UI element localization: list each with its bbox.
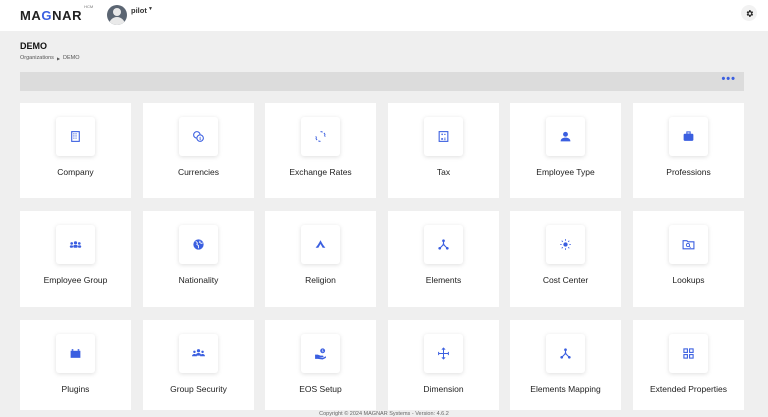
center-focus-icon — [560, 239, 571, 250]
card-professions[interactable]: Professions — [633, 103, 744, 198]
briefcase-icon — [683, 131, 694, 141]
action-bar: ••• — [20, 72, 744, 91]
card-lookups[interactable]: Lookups — [633, 211, 744, 307]
card-eos-setup[interactable]: $ EOS Setup — [265, 320, 376, 413]
building-grid-icon — [71, 131, 80, 142]
hub-nodes-icon — [438, 239, 449, 250]
card-employee-type[interactable]: Employee Type — [510, 103, 621, 198]
card-label: Exchange Rates — [289, 167, 352, 177]
card-label: Cost Center — [542, 275, 589, 285]
card-elements-mapping[interactable]: Elements Mapping — [510, 320, 621, 413]
breadcrumb: Organizations ▶ DEMO — [20, 55, 80, 61]
hand-coin-icon: $ — [315, 348, 326, 360]
card-label: Elements Mapping — [530, 384, 601, 394]
card-label: Lookups — [672, 275, 705, 285]
card-exchange-rates[interactable]: Exchange Rates — [265, 103, 376, 198]
mapping-nodes-icon — [560, 348, 571, 359]
card-label: Elements — [425, 275, 462, 285]
grid-squares-icon — [683, 348, 694, 359]
card-label: Currencies — [177, 167, 220, 177]
card-label: Tax — [436, 167, 451, 177]
card-currencies[interactable]: $ Currencies — [143, 103, 254, 198]
group-security-icon — [192, 349, 205, 357]
card-label: EOS Setup — [299, 384, 342, 394]
card-label: Extended Properties — [649, 384, 728, 394]
card-company[interactable]: Company — [20, 103, 131, 198]
card-dimension[interactable]: Dimension — [388, 320, 499, 413]
card-label: Nationality — [178, 275, 219, 285]
top-bar: MAGNARHCM pilot ▼ — [0, 0, 768, 31]
card-label: Plugins — [61, 384, 90, 394]
battery-plug-icon — [70, 349, 81, 358]
footer-copyright: Copyright © 2024 MAGNAR Systems - Versio… — [319, 411, 449, 417]
person-icon — [560, 131, 571, 142]
exchange-circle-icon — [315, 131, 326, 142]
coins-icon: $ — [193, 131, 204, 142]
tax-calculator-icon — [438, 131, 449, 142]
svg-text:$: $ — [322, 349, 324, 353]
card-tax[interactable]: Tax — [388, 103, 499, 198]
card-label: Professions — [666, 167, 711, 177]
breadcrumb-item-organizations[interactable]: Organizations — [20, 55, 54, 61]
people-group-icon — [69, 241, 82, 248]
dimension-arrows-icon — [438, 347, 449, 360]
card-label: Dimension — [423, 384, 464, 394]
settings-button[interactable] — [741, 5, 757, 21]
card-label: Group Security — [170, 384, 227, 394]
card-label: Employee Group — [43, 275, 108, 285]
folder-search-icon — [682, 240, 695, 250]
chevron-right-icon: ▶ — [56, 55, 61, 61]
chevron-down-icon[interactable]: ▼ — [148, 6, 153, 12]
religion-icon — [315, 240, 326, 248]
card-elements[interactable]: Elements — [388, 211, 499, 307]
card-employee-group[interactable]: Employee Group — [20, 211, 131, 307]
card-label: Religion — [305, 275, 336, 285]
card-label: Company — [57, 167, 94, 177]
card-extended-properties[interactable]: Extended Properties — [633, 320, 744, 413]
card-label: Employee Type — [536, 167, 595, 177]
more-options-button[interactable]: ••• — [721, 74, 736, 85]
globe-icon — [193, 239, 204, 250]
gear-icon — [746, 9, 753, 17]
user-name[interactable]: pilot — [131, 6, 147, 15]
card-plugins[interactable]: Plugins — [20, 320, 131, 413]
magnar-logo[interactable]: MAGNARHCM — [20, 4, 93, 23]
card-religion[interactable]: Religion — [265, 211, 376, 307]
card-cost-center[interactable]: Cost Center — [510, 211, 621, 307]
page-title: DEMO — [20, 41, 47, 51]
card-group-security[interactable]: Group Security — [143, 320, 254, 413]
breadcrumb-item-current: DEMO — [63, 55, 80, 61]
user-avatar[interactable] — [107, 5, 127, 25]
card-nationality[interactable]: Nationality — [143, 211, 254, 307]
svg-text:$: $ — [199, 136, 202, 142]
